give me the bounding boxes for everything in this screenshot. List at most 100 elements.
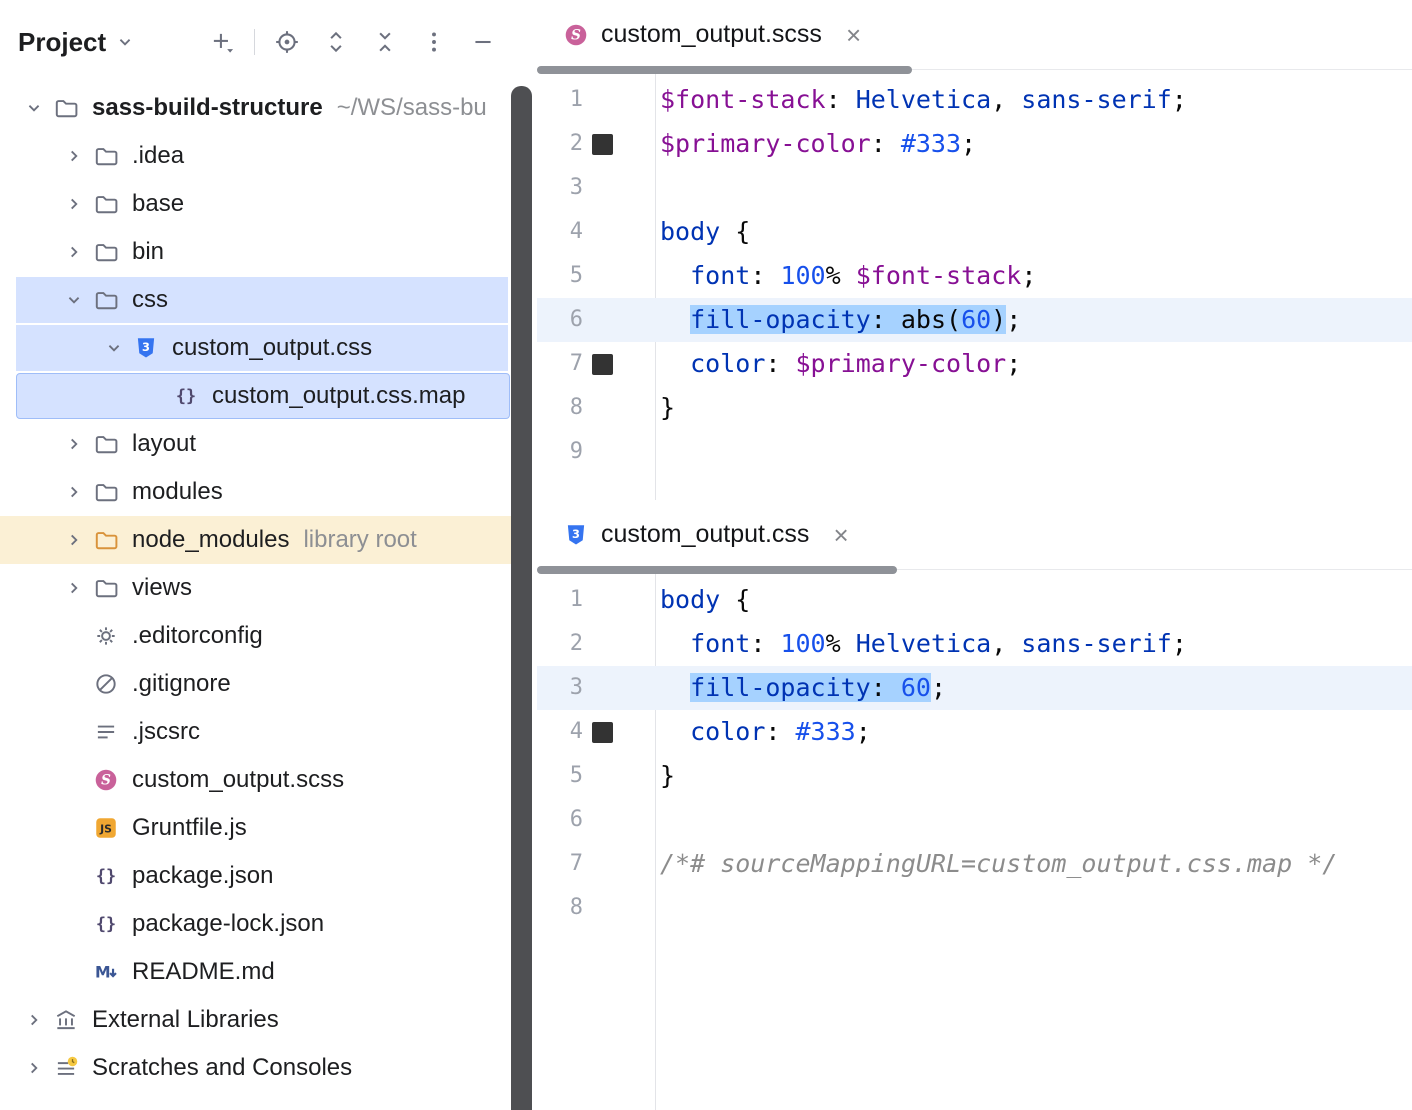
tree-row[interactable]: {}package.json	[0, 852, 512, 900]
line-number: 1	[537, 578, 583, 622]
tree-row[interactable]: .gitignore	[0, 660, 512, 708]
token: ,	[991, 85, 1006, 114]
chevron-down-icon[interactable]	[98, 332, 130, 364]
gutter	[583, 842, 623, 886]
tree-row[interactable]: sass-build-structure~/WS/sass-bu	[0, 84, 512, 132]
code-line[interactable]: 9	[537, 430, 1412, 474]
code-line[interactable]: 3	[537, 166, 1412, 210]
folder-icon	[90, 188, 122, 220]
tab-custom-output-css[interactable]: 3 custom_output.css ×	[563, 520, 849, 549]
tree-item-label: sass-build-structure	[92, 94, 323, 122]
folder-icon	[90, 140, 122, 172]
tree-row[interactable]: bin	[0, 228, 512, 276]
code-line[interactable]: 7 color: $primary-color;	[537, 342, 1412, 386]
project-tool-window-selector[interactable]: Project	[18, 27, 136, 58]
hide-panel-button[interactable]	[466, 25, 500, 59]
token	[660, 717, 690, 746]
chevron-right-icon[interactable]	[58, 236, 90, 268]
expand-all-button[interactable]	[319, 25, 353, 59]
chevron-right-icon[interactable]	[58, 428, 90, 460]
select-opened-file-button[interactable]	[270, 25, 304, 59]
chevron-right-icon[interactable]	[58, 476, 90, 508]
token: color	[690, 349, 765, 378]
chevron-right-icon[interactable]	[58, 524, 90, 556]
token: ;	[1172, 85, 1187, 114]
code-text	[623, 166, 660, 210]
collapse-all-button[interactable]	[368, 25, 402, 59]
chevron-right-icon[interactable]	[58, 140, 90, 172]
tree-row[interactable]: {}custom_output.css.map	[0, 372, 512, 420]
code-line[interactable]: 3 fill-opacity: 60;	[537, 666, 1412, 710]
chevron-right-icon[interactable]	[58, 188, 90, 220]
color-swatch[interactable]	[592, 722, 613, 743]
code-line[interactable]: 1body {	[537, 578, 1412, 622]
color-swatch[interactable]	[592, 354, 613, 375]
code-line[interactable]: 7/*# sourceMappingURL=custom_output.css.…	[537, 842, 1412, 886]
token	[660, 349, 690, 378]
code-line[interactable]: 2$primary-color: #333;	[537, 122, 1412, 166]
color-swatch[interactable]	[592, 134, 613, 155]
gear-icon	[90, 620, 122, 652]
gutter	[583, 122, 623, 166]
chevron-spacer	[58, 860, 90, 892]
code-line[interactable]: 4body {	[537, 210, 1412, 254]
chevron-right-icon[interactable]	[58, 572, 90, 604]
tree-row[interactable]: layout	[0, 420, 512, 468]
code-line[interactable]: 8	[537, 886, 1412, 930]
code-line[interactable]: 6	[537, 798, 1412, 842]
tree-item-label: package.json	[132, 862, 273, 890]
tree-row[interactable]: Scratches and Consoles	[0, 1044, 512, 1092]
code-line[interactable]: 1$font-stack: Helvetica, sans-serif;	[537, 78, 1412, 122]
panel-title-text: Project	[18, 27, 106, 58]
horizontal-scrollbar-thumb[interactable]	[537, 566, 897, 574]
tree-row[interactable]: css	[0, 276, 512, 324]
add-button[interactable]	[205, 25, 239, 59]
tree-row[interactable]: .jscsrc	[0, 708, 512, 756]
line-number: 8	[537, 386, 583, 430]
folder-icon	[90, 428, 122, 460]
code-line[interactable]: 5}	[537, 754, 1412, 798]
tree-row[interactable]: .editorconfig	[0, 612, 512, 660]
more-options-button[interactable]	[417, 25, 451, 59]
tab-custom-output-scss[interactable]: S custom_output.scss ×	[563, 20, 861, 49]
chevron-down-icon[interactable]	[18, 92, 50, 124]
code-line[interactable]: 6 fill-opacity: abs(60);	[537, 298, 1412, 342]
tree-row[interactable]: 3custom_output.css	[0, 324, 512, 372]
gutter	[583, 386, 623, 430]
tree-row[interactable]: {}package-lock.json	[0, 900, 512, 948]
tree-row[interactable]: Scustom_output.scss	[0, 756, 512, 804]
code-text: color: $primary-color;	[623, 342, 1021, 386]
chevron-right-icon[interactable]	[18, 1004, 50, 1036]
tree-row[interactable]: .idea	[0, 132, 512, 180]
tree-item-label: Scratches and Consoles	[92, 1054, 352, 1082]
tree-row[interactable]: views	[0, 564, 512, 612]
tree-row[interactable]: External Libraries	[0, 996, 512, 1044]
tree-item-label: views	[132, 574, 192, 602]
code-line[interactable]: 5 font: 100% $font-stack;	[537, 254, 1412, 298]
close-icon[interactable]: ×	[833, 522, 848, 548]
tree-row[interactable]: base	[0, 180, 512, 228]
chevron-right-icon[interactable]	[18, 1052, 50, 1084]
token: ,	[991, 629, 1006, 658]
chevron-down-icon[interactable]	[58, 284, 90, 316]
token: :	[750, 629, 765, 658]
tree-row[interactable]: node_moduleslibrary root	[0, 516, 512, 564]
token: #333	[780, 717, 855, 746]
token: body	[660, 217, 720, 246]
gutter	[583, 622, 623, 666]
token: $primary-color	[796, 349, 1007, 378]
tree-row[interactable]: modules	[0, 468, 512, 516]
tree-row[interactable]: JSGruntfile.js	[0, 804, 512, 852]
line-number: 1	[537, 78, 583, 122]
code-line[interactable]: 8}	[537, 386, 1412, 430]
code-line[interactable]: 2 font: 100% Helvetica, sans-serif;	[537, 622, 1412, 666]
horizontal-scrollbar-thumb[interactable]	[537, 66, 912, 74]
token: ;	[931, 673, 946, 702]
folder-library-icon	[90, 524, 122, 556]
panel-splitter-scrollbar[interactable]	[511, 86, 532, 1110]
scratch-icon	[50, 1052, 82, 1084]
tree-item-label: base	[132, 190, 184, 218]
code-line[interactable]: 4 color: #333;	[537, 710, 1412, 754]
close-icon[interactable]: ×	[846, 22, 861, 48]
tree-row[interactable]: MREADME.md	[0, 948, 512, 996]
